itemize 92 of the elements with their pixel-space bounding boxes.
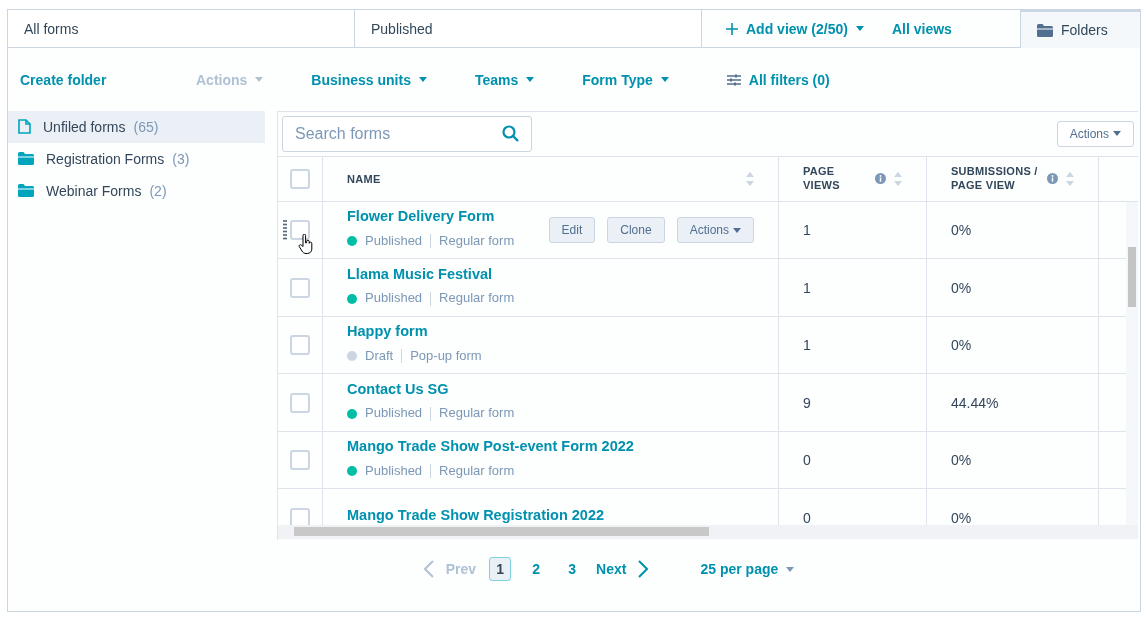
page-views-cell-text: 0: [803, 451, 811, 471]
horizontal-scrollbar[interactable]: [278, 524, 1138, 539]
caret-icon: [786, 566, 795, 572]
form-type-label: Regular form: [439, 461, 515, 480]
folder-item[interactable]: Registration Forms (3): [8, 142, 265, 175]
form-name-link[interactable]: Flower Delivery Form: [347, 206, 515, 227]
row-checkbox[interactable]: [290, 392, 310, 413]
rate-cell-text: 44.44%: [951, 393, 999, 413]
sliders-icon: [726, 73, 741, 86]
table-row[interactable]: Happy form Draft Pop-up form 1 0%: [278, 316, 1126, 375]
sort-icon[interactable]: [746, 170, 754, 187]
status-label: Published: [365, 461, 423, 480]
table-row[interactable]: Contact Us SG Published Regular form 9 44.44%: [278, 374, 1126, 432]
sort-icon[interactable]: [894, 170, 902, 187]
page-button[interactable]: 1: [489, 557, 512, 582]
hand-cursor-icon: [298, 233, 314, 254]
drag-handle-icon[interactable]: [283, 220, 287, 241]
status-label: Published: [365, 289, 423, 308]
actions-button[interactable]: Actions: [1056, 120, 1134, 147]
caret-icon: [1113, 131, 1121, 137]
per-page-dropdown[interactable]: 25 per page: [700, 559, 795, 580]
caret-icon: [855, 26, 864, 32]
form-type-label: Pop-up form: [410, 346, 482, 365]
all-filters-button[interactable]: All filters (0): [726, 69, 830, 90]
search-input[interactable]: Search forms: [295, 121, 502, 146]
folder-icon: [1037, 23, 1053, 37]
chevron-left-icon: [423, 560, 434, 579]
form-name-link[interactable]: Happy form: [347, 321, 482, 342]
page-button[interactable]: 3: [561, 557, 584, 582]
table-row[interactable]: Mango Trade Show Post-event Form 2022 Published Regular form 0 0%: [278, 431, 1126, 490]
all-views-link[interactable]: All views: [891, 18, 952, 39]
status-label: Published: [365, 404, 423, 423]
row-checkbox[interactable]: [290, 507, 310, 525]
folders-tab[interactable]: Folders: [1021, 10, 1140, 49]
view-tab[interactable]: Published: [355, 10, 702, 49]
form-type-label: Regular form: [439, 404, 515, 423]
rate-cell-text: 0%: [951, 508, 972, 525]
file-icon: [18, 119, 31, 135]
search-field[interactable]: Search forms: [282, 115, 532, 152]
info-icon: [1047, 173, 1058, 185]
table-row[interactable]: Flower Delivery Form Published Regular form Edit Clone Actions 1 0%: [278, 201, 1126, 260]
row-checkbox[interactable]: [290, 168, 310, 189]
filter-dropdown[interactable]: Teams: [474, 69, 535, 90]
status-label: Draft: [365, 346, 394, 365]
add-view-button[interactable]: Add view (2/50): [726, 18, 864, 39]
rate-cell-text: 0%: [951, 451, 972, 471]
column-header: NAME: [347, 171, 381, 187]
rate-cell-text: 0%: [951, 221, 972, 241]
form-name-link[interactable]: Contact Us SG: [347, 378, 515, 400]
row-checkbox[interactable]: [290, 277, 310, 298]
page-views-cell-text: 9: [803, 393, 811, 413]
info-icon: [875, 173, 886, 185]
row-action-button[interactable]: Actions: [676, 217, 754, 244]
form-name-link[interactable]: Mango Trade Show Post-event Form 2022: [347, 436, 634, 457]
caret-icon: [526, 77, 535, 82]
row-action-button[interactable]: Edit: [548, 217, 596, 244]
page-views-cell-text: 1: [803, 278, 811, 298]
sort-icon[interactable]: [1066, 170, 1074, 187]
form-name-link[interactable]: Llama Music Festival: [347, 263, 515, 285]
folder-item[interactable]: Webinar Forms (2): [8, 174, 265, 207]
next-button[interactable]: Next: [596, 559, 627, 580]
rate-cell-text: 0%: [951, 336, 972, 356]
create-folder-button[interactable]: Create folder: [20, 69, 198, 90]
vertical-scrollbar[interactable]: [1126, 201, 1138, 525]
caret-icon: [733, 227, 741, 233]
filter-dropdown[interactable]: Form Type: [582, 69, 669, 90]
form-name-link[interactable]: Mango Trade Show Registration 2022: [347, 505, 605, 525]
caret-icon: [255, 77, 264, 82]
filter-dropdown[interactable]: Business units: [311, 69, 427, 90]
folder-item[interactable]: Unfiled forms (65): [8, 110, 265, 143]
row-checkbox[interactable]: [290, 450, 310, 471]
page-views-cell-text: 1: [803, 221, 811, 241]
form-type-label: Regular form: [439, 231, 515, 250]
folder-icon: [18, 184, 34, 198]
page-button[interactable]: 2: [525, 557, 548, 582]
chevron-right-icon: [638, 560, 649, 579]
status-label: Published: [365, 231, 423, 250]
page-views-cell-text: 1: [803, 336, 811, 356]
plus-icon: [726, 22, 738, 35]
view-tab[interactable]: All forms: [8, 10, 355, 49]
table-row[interactable]: Llama Music Festival Published Regular form 1 0%: [278, 259, 1126, 317]
search-icon: [502, 125, 519, 143]
form-type-label: Regular form: [439, 289, 515, 308]
column-header: SUBMISSIONS / PAGE VIEW: [951, 165, 1039, 193]
caret-icon: [418, 77, 427, 82]
folder-icon: [18, 152, 34, 166]
rate-cell-text: 0%: [951, 278, 972, 298]
row-checkbox[interactable]: [290, 335, 310, 356]
caret-icon: [660, 77, 669, 82]
column-header: PAGE VIEWS: [803, 165, 841, 193]
page-views-cell-text: 0: [803, 508, 811, 525]
row-action-button[interactable]: Clone: [607, 217, 665, 244]
